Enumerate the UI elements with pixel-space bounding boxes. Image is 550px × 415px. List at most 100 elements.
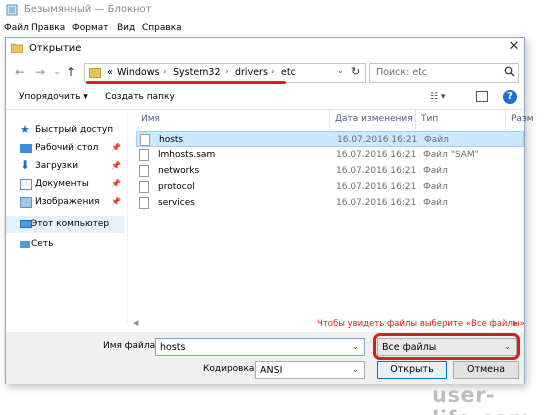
dialog-titlebar: Открытие ✕: [6, 38, 524, 60]
file-date: 16.07.2016 16:21: [336, 198, 417, 208]
pin-icon[interactable]: 📌: [111, 161, 121, 170]
column-divider[interactable]: [505, 109, 506, 129]
menu-file[interactable]: Файл: [4, 23, 29, 33]
address-bar[interactable]: « Windows › System32 › drivers › etc ⌄ ↻: [84, 63, 366, 83]
nav-item-network[interactable]: Сеть: [6, 236, 124, 253]
refresh-icon[interactable]: ↻: [351, 65, 360, 78]
scroll-left-arrow-icon[interactable]: ◀: [133, 319, 138, 327]
watermark-text: user-life.com: [432, 383, 530, 415]
filename-combobox[interactable]: hosts ⌄: [155, 338, 365, 356]
file-name: networks: [158, 166, 200, 176]
nav-item-quick-access[interactable]: ★ Быстрый доступ: [6, 122, 124, 139]
nav-item-downloads[interactable]: ⬇ Загрузки 📌: [6, 158, 124, 175]
nav-item-this-pc[interactable]: Этот компьютер: [6, 216, 124, 233]
menu-view[interactable]: Вид: [117, 23, 135, 33]
column-divider[interactable]: [415, 109, 416, 129]
file-row[interactable]: protocol 16.07.2016 16:21 Файл: [136, 179, 524, 195]
pin-icon[interactable]: 📌: [111, 179, 121, 188]
nav-item-label: Загрузки: [35, 161, 79, 171]
filename-input[interactable]: hosts: [160, 342, 185, 353]
help-icon[interactable]: ?: [503, 90, 517, 104]
file-row[interactable]: lmhosts.sam 16.07.2016 16:21 Файл "SAM": [136, 147, 524, 163]
file-type: Файл: [423, 182, 448, 192]
column-divider[interactable]: [329, 109, 330, 129]
breadcrumb-separator-icon[interactable]: ›: [271, 67, 275, 77]
nav-item-pictures[interactable]: Изображения 📌: [6, 194, 124, 211]
file-type: Файл: [423, 166, 448, 176]
close-icon[interactable]: ✕: [506, 39, 522, 57]
file-name: protocol: [158, 182, 195, 192]
chevron-down-icon[interactable]: ⌄: [352, 342, 359, 351]
file-date: 16.07.2016 16:21: [337, 135, 418, 145]
notepad-titlebar: Безымянный — Блокнот: [0, 0, 550, 21]
view-options-icon[interactable]: ☷ ▾: [430, 92, 452, 104]
open-dialog: Открытие ✕ ← → ⌄ ↑ « Windows › System32 …: [5, 37, 534, 384]
red-highlight-ring: [373, 333, 520, 360]
breadcrumb-separator-icon[interactable]: ›: [163, 67, 167, 77]
filename-label: Имя файла:: [103, 341, 159, 351]
file-name: services: [158, 198, 195, 208]
file-row[interactable]: services 16.07.2016 16:21 Файл: [136, 195, 524, 211]
breadcrumb-overflow[interactable]: «: [107, 67, 113, 78]
breadcrumb-drivers[interactable]: drivers: [235, 67, 268, 78]
open-button[interactable]: Открыть: [377, 361, 447, 379]
nav-item-label: Изображения: [35, 197, 100, 207]
breadcrumb-separator-icon[interactable]: ›: [225, 67, 229, 77]
file-type: Файл: [423, 198, 448, 208]
pictures-icon: [20, 197, 32, 208]
open-folder-icon: [11, 43, 23, 53]
column-header-size[interactable]: Разм: [511, 114, 534, 124]
star-icon: ★: [20, 123, 30, 136]
breadcrumb-windows[interactable]: Windows: [117, 67, 159, 78]
column-headers: Имя Дата изменения Тип Разм: [131, 109, 534, 129]
chevron-down-icon[interactable]: ⌄: [352, 365, 359, 374]
new-folder-button[interactable]: Создать папку: [105, 92, 175, 102]
file-date: 16.07.2016 16:21: [336, 166, 417, 176]
menu-format[interactable]: Формат: [72, 23, 109, 33]
file-type: Файл: [424, 135, 449, 145]
menu-help[interactable]: Справка: [142, 23, 182, 33]
red-underline-highlight: [86, 81, 286, 84]
file-type: Файл "SAM": [423, 150, 479, 160]
dialog-footer: Имя файла: hosts ⌄ Все файлы ⌄ Кодировка…: [6, 332, 524, 384]
folder-icon: [89, 68, 101, 78]
cancel-button[interactable]: Отмена: [453, 361, 519, 379]
back-arrow-icon[interactable]: ←: [12, 64, 28, 80]
file-list: Имя Дата изменения Тип Разм hosts 16.07.…: [131, 109, 534, 324]
file-icon: [140, 134, 150, 146]
dialog-title: Открытие: [29, 43, 82, 54]
pane-splitter[interactable]: [127, 109, 128, 323]
pin-icon[interactable]: 📌: [111, 197, 121, 206]
desktop-icon: [20, 144, 32, 153]
forward-arrow-icon[interactable]: →: [32, 64, 48, 80]
file-row[interactable]: hosts 16.07.2016 16:21 Файл: [136, 131, 524, 147]
search-box[interactable]: Поиск: etc: [369, 63, 519, 83]
command-bar: Упорядочить ▾ Создать папку ☷ ▾ ?: [6, 87, 524, 109]
encoding-select[interactable]: ANSI ⌄: [255, 361, 365, 379]
navigation-bar: ← → ⌄ ↑ « Windows › System32 › drivers ›…: [6, 60, 524, 86]
encoding-label: Кодировка:: [203, 364, 258, 374]
file-row[interactable]: networks 16.07.2016 16:21 Файл: [136, 163, 524, 179]
encoding-value: ANSI: [260, 365, 283, 376]
breadcrumb-system32[interactable]: System32: [173, 67, 221, 78]
search-icon: [504, 66, 515, 77]
breadcrumb-etc[interactable]: etc: [281, 67, 296, 78]
column-header-type[interactable]: Тип: [421, 114, 438, 124]
nav-item-label: Быстрый доступ: [35, 125, 114, 135]
column-header-date[interactable]: Дата изменения: [335, 114, 413, 124]
file-date: 16.07.2016 16:21: [336, 182, 417, 192]
nav-item-desktop[interactable]: Рабочий стол 📌: [6, 140, 124, 157]
column-header-name[interactable]: Имя: [141, 114, 160, 124]
menu-edit[interactable]: Правка: [31, 23, 65, 33]
network-icon: [20, 241, 30, 248]
hint-annotation: Чтобы увидеть файлы выберите «Все файлы»: [317, 319, 525, 329]
organize-button[interactable]: Упорядочить ▾: [19, 92, 88, 102]
up-arrow-icon[interactable]: ↑: [63, 64, 79, 80]
nav-item-documents[interactable]: Документы 📌: [6, 176, 124, 193]
notepad-menubar: Файл Правка Формат Вид Справка: [0, 21, 550, 36]
pin-icon[interactable]: 📌: [111, 143, 121, 152]
file-name: lmhosts.sam: [158, 150, 216, 160]
address-dropdown-icon[interactable]: ⌄: [337, 66, 344, 75]
file-icon: [139, 149, 149, 161]
preview-pane-icon[interactable]: [476, 91, 488, 102]
